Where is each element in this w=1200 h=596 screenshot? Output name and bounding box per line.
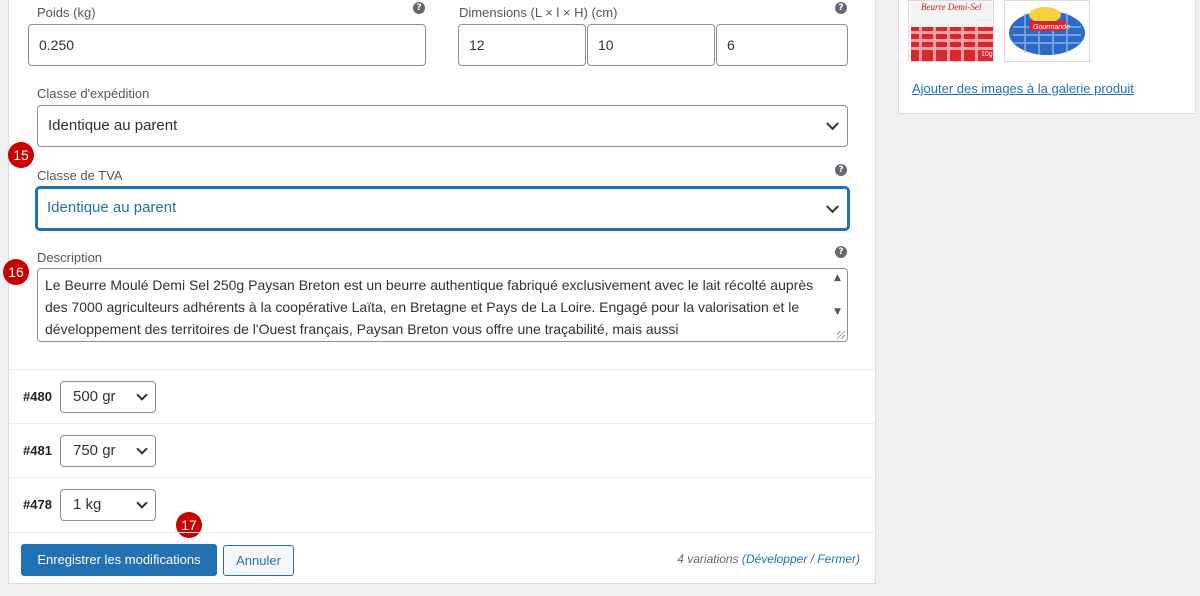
- shipping-class-select[interactable]: Identique au parent: [37, 105, 848, 147]
- tax-class-select[interactable]: Identique au parent: [36, 187, 849, 230]
- variation-value: 500 gr: [73, 388, 116, 405]
- step-badge-16: 16: [3, 259, 29, 285]
- collapse-link[interactable]: Fermer: [817, 552, 856, 566]
- weight-label: Poids (kg): [37, 5, 96, 20]
- scroll-down-icon[interactable]: ▼: [834, 307, 841, 317]
- expand-link[interactable]: Développer: [746, 552, 807, 566]
- variation-value: 1 kg: [73, 496, 102, 513]
- variation-row: #478 1 kg: [9, 477, 875, 531]
- height-input[interactable]: 6: [716, 24, 848, 66]
- chevron-down-icon: [826, 199, 839, 213]
- save-changes-button[interactable]: Enregistrer les modifications: [21, 544, 217, 576]
- tax-class-value: Identique au parent: [47, 199, 177, 216]
- chevron-down-icon: [136, 443, 148, 455]
- variation-id: #481: [23, 443, 52, 458]
- variation-row: #481 750 gr: [9, 423, 875, 477]
- butter-package-image: Beurre Demi-Sel 10g: [909, 1, 993, 61]
- cancel-button[interactable]: Annuler: [223, 545, 294, 576]
- help-icon[interactable]: ?: [835, 2, 847, 14]
- help-icon[interactable]: ?: [413, 2, 425, 14]
- shipping-class-label: Classe d'expédition: [37, 86, 150, 101]
- variation-id: #478: [23, 497, 52, 512]
- chevron-down-icon: [826, 117, 839, 131]
- help-icon[interactable]: ?: [835, 246, 847, 258]
- description-text: Le Beurre Moulé Demi Sel 250g Paysan Bre…: [45, 277, 814, 337]
- dimensions-label: Dimensions (L × l × H) (cm): [459, 5, 618, 20]
- scroll-up-icon[interactable]: ▲: [834, 273, 841, 283]
- width-input[interactable]: 10: [587, 24, 715, 66]
- variations-footer: Enregistrer les modifications Annuler 4 …: [9, 532, 875, 584]
- step-badge-15: 15: [8, 142, 34, 168]
- chevron-down-icon: [136, 389, 148, 401]
- tax-class-label: Classe de TVA: [37, 168, 123, 183]
- chevron-down-icon: [136, 497, 148, 509]
- description-label: Description: [37, 250, 103, 265]
- variations-count: 4 variations (Développer / Fermer): [677, 552, 860, 566]
- variations-count-text: 4 variations: [677, 552, 739, 566]
- variation-row: #480 500 gr: [9, 369, 875, 423]
- variation-select[interactable]: 1 kg: [60, 489, 156, 521]
- variation-id: #480: [23, 389, 52, 404]
- weight-input[interactable]: 0.250: [28, 24, 426, 66]
- add-gallery-images-link[interactable]: Ajouter des images à la galerie produit: [912, 81, 1134, 96]
- gallery-thumbnail[interactable]: Gourmande: [1004, 0, 1090, 62]
- variation-select[interactable]: 500 gr: [60, 381, 156, 413]
- gallery-thumbnail[interactable]: Beurre Demi-Sel 10g: [908, 0, 994, 62]
- product-gallery-panel: Beurre Demi-Sel 10g Gourmande Ajouter de…: [898, 0, 1196, 114]
- variation-select[interactable]: 750 gr: [60, 435, 156, 467]
- shipping-class-value: Identique au parent: [48, 117, 178, 134]
- thumb1-label: Beurre Demi-Sel: [921, 2, 982, 12]
- butter-tub-image: Gourmande: [1005, 1, 1089, 61]
- thumb2-label: Gourmande: [1033, 24, 1070, 31]
- thumb1-weight: 10g: [981, 51, 993, 58]
- description-textarea[interactable]: Le Beurre Moulé Demi Sel 250g Paysan Bre…: [37, 268, 848, 342]
- help-icon[interactable]: ?: [835, 164, 847, 176]
- variation-value: 750 gr: [73, 442, 116, 459]
- length-input[interactable]: 12: [458, 24, 586, 66]
- resize-grip-icon[interactable]: [837, 331, 845, 339]
